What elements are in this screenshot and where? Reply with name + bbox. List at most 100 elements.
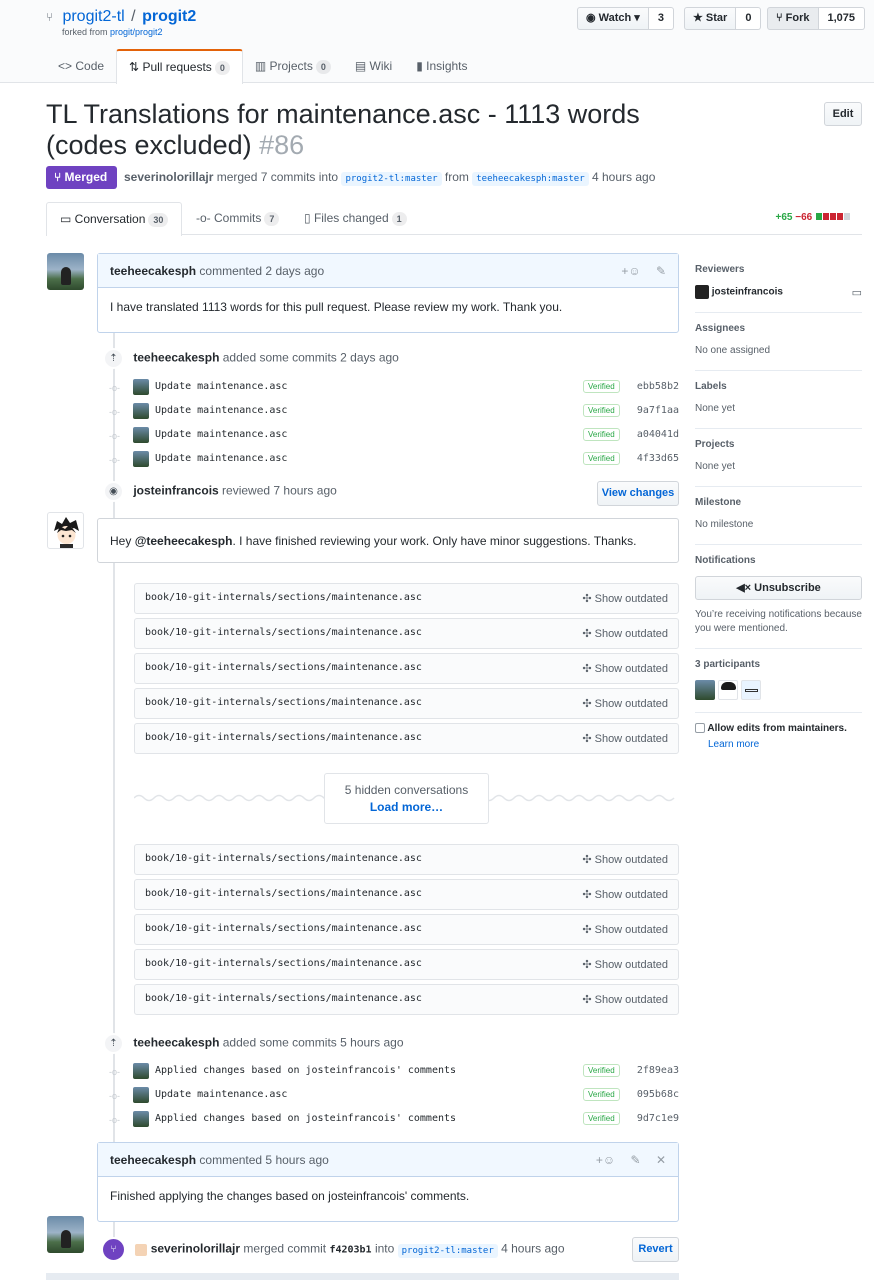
avatar[interactable] bbox=[47, 1216, 84, 1253]
tab-insights[interactable]: ▮ Insights bbox=[404, 49, 479, 83]
tab-files-changed[interactable]: ▯ Files changed 1 bbox=[304, 202, 407, 235]
commit-avatar[interactable] bbox=[133, 1111, 149, 1127]
head-branch[interactable]: teeheecakesph:master bbox=[472, 172, 589, 186]
commit-avatar[interactable] bbox=[133, 1087, 149, 1103]
load-more-button[interactable]: Load more… bbox=[325, 800, 488, 814]
show-outdated-button[interactable]: ✣ Show outdated bbox=[582, 627, 668, 640]
file-path-link[interactable]: book/10-git-internals/sections/maintenan… bbox=[145, 958, 422, 969]
participant-avatar[interactable] bbox=[718, 679, 738, 700]
show-outdated-button[interactable]: ✣ Show outdated bbox=[582, 888, 668, 901]
tab-projects[interactable]: ▥ Projects 0 bbox=[243, 49, 343, 83]
verified-badge[interactable]: Verified bbox=[583, 380, 620, 393]
show-outdated-button[interactable]: ✣ Show outdated bbox=[582, 993, 668, 1006]
view-changes-button[interactable]: View changes bbox=[597, 481, 679, 506]
repo-name-link[interactable]: progit2 bbox=[142, 8, 196, 25]
file-path-link[interactable]: book/10-git-internals/sections/maintenan… bbox=[145, 888, 422, 899]
base-branch[interactable]: progit2-tl:master bbox=[341, 172, 442, 186]
file-path-link[interactable]: book/10-git-internals/sections/maintenan… bbox=[145, 592, 422, 603]
add-reaction-icon[interactable]: +☺ bbox=[596, 1153, 615, 1167]
commit-message-link[interactable]: Update maintenance.asc bbox=[155, 405, 287, 416]
commit-sha-link[interactable]: 4f33d65 bbox=[637, 453, 679, 464]
verified-badge[interactable]: Verified bbox=[583, 1064, 620, 1077]
tab-conversation[interactable]: ▭ Conversation 30 bbox=[46, 202, 183, 236]
tab-commits[interactable]: -o- Commits 7 bbox=[196, 202, 280, 235]
watch-button[interactable]: ◉ Watch ▾ bbox=[577, 7, 649, 30]
commit-message-link[interactable]: Update maintenance.asc bbox=[155, 381, 287, 392]
assignees-title[interactable]: Assignees bbox=[695, 323, 862, 334]
commit-message-link[interactable]: Applied changes based on josteinfrancois… bbox=[155, 1065, 456, 1076]
file-path-link[interactable]: book/10-git-internals/sections/maintenan… bbox=[145, 697, 422, 708]
milestone-title[interactable]: Milestone bbox=[695, 497, 862, 508]
tab-pull-requests[interactable]: ⇅ Pull requests 0 bbox=[116, 49, 243, 84]
verified-badge[interactable]: Verified bbox=[583, 1088, 620, 1101]
file-path-link[interactable]: book/10-git-internals/sections/maintenan… bbox=[145, 627, 422, 638]
tab-code[interactable]: <> Code bbox=[46, 49, 116, 83]
verified-badge[interactable]: Verified bbox=[583, 404, 620, 417]
edit-pencil-icon[interactable]: ✎ bbox=[656, 264, 666, 278]
commit-avatar[interactable] bbox=[133, 403, 149, 419]
comment-author-link[interactable]: teeheecakesph bbox=[110, 264, 196, 278]
pr-author-link[interactable]: severinolorillajr bbox=[124, 170, 213, 184]
show-outdated-button[interactable]: ✣ Show outdated bbox=[582, 697, 668, 710]
repo-owner-link[interactable]: progit2-tl bbox=[62, 8, 124, 25]
commit-avatar[interactable] bbox=[133, 451, 149, 467]
user-mention-link[interactable]: @teeheecakesph bbox=[135, 534, 233, 548]
show-outdated-button[interactable]: ✣ Show outdated bbox=[582, 923, 668, 936]
event-author-link[interactable]: teeheecakesph bbox=[133, 351, 219, 365]
show-outdated-button[interactable]: ✣ Show outdated bbox=[582, 958, 668, 971]
commit-avatar[interactable] bbox=[133, 1063, 149, 1079]
commit-sha-link[interactable]: 2f89ea3 bbox=[637, 1065, 679, 1076]
learn-more-link[interactable]: Learn more bbox=[708, 739, 759, 750]
commit-message-link[interactable]: Update maintenance.asc bbox=[155, 1089, 287, 1100]
merger-mini-avatar[interactable] bbox=[135, 1243, 148, 1256]
add-reaction-icon[interactable]: +☺ bbox=[621, 264, 640, 278]
fork-count[interactable]: 1,075 bbox=[818, 7, 866, 30]
commit-sha-link[interactable]: 9d7c1e9 bbox=[637, 1113, 679, 1124]
event-author-link[interactable]: teeheecakesph bbox=[133, 1036, 219, 1050]
participant-avatar[interactable] bbox=[695, 679, 715, 700]
reviewer-avatar[interactable] bbox=[47, 512, 84, 549]
commit-message-link[interactable]: Update maintenance.asc bbox=[155, 453, 287, 464]
commit-avatar[interactable] bbox=[133, 379, 149, 395]
revert-button[interactable]: Revert bbox=[632, 1237, 679, 1262]
commit-sha-link[interactable]: 095b68c bbox=[637, 1089, 679, 1100]
verified-badge[interactable]: Verified bbox=[583, 428, 620, 441]
projects-title[interactable]: Projects bbox=[695, 439, 862, 450]
show-outdated-button[interactable]: ✣ Show outdated bbox=[582, 662, 668, 675]
forked-from-link[interactable]: progit/progit2 bbox=[110, 27, 163, 37]
merge-branch[interactable]: progit2-tl:master bbox=[397, 1243, 498, 1258]
verified-badge[interactable]: Verified bbox=[583, 1112, 620, 1125]
close-icon[interactable]: ✕ bbox=[656, 1153, 666, 1167]
labels-title[interactable]: Labels bbox=[695, 381, 862, 392]
reviewer-mini-avatar[interactable] bbox=[695, 285, 709, 299]
commit-avatar[interactable] bbox=[133, 427, 149, 443]
merge-sha-link[interactable]: f4203b1 bbox=[329, 1245, 371, 1256]
reviewers-title[interactable]: Reviewers bbox=[695, 264, 862, 275]
fork-button[interactable]: ⑂ Fork bbox=[767, 7, 819, 30]
star-button[interactable]: ★ Star bbox=[684, 7, 737, 30]
file-path-link[interactable]: book/10-git-internals/sections/maintenan… bbox=[145, 732, 422, 743]
show-outdated-button[interactable]: ✣ Show outdated bbox=[582, 592, 668, 605]
unsubscribe-button[interactable]: ◀× Unsubscribe bbox=[695, 575, 862, 600]
allow-edits-checkbox[interactable] bbox=[695, 723, 705, 733]
commit-sha-link[interactable]: a04041d bbox=[637, 429, 679, 440]
file-path-link[interactable]: book/10-git-internals/sections/maintenan… bbox=[145, 923, 422, 934]
merger-link[interactable]: severinolorillajr bbox=[151, 1242, 240, 1256]
watch-count[interactable]: 3 bbox=[648, 7, 674, 30]
file-path-link[interactable]: book/10-git-internals/sections/maintenan… bbox=[145, 853, 422, 864]
comment-author-link[interactable]: teeheecakesph bbox=[110, 1153, 196, 1167]
participant-avatar[interactable] bbox=[741, 679, 761, 700]
commit-message-link[interactable]: Update maintenance.asc bbox=[155, 429, 287, 440]
star-count[interactable]: 0 bbox=[736, 7, 762, 30]
show-outdated-button[interactable]: ✣ Show outdated bbox=[582, 853, 668, 866]
edit-pencil-icon[interactable]: ✎ bbox=[631, 1153, 641, 1167]
show-outdated-button[interactable]: ✣ Show outdated bbox=[582, 732, 668, 745]
verified-badge[interactable]: Verified bbox=[583, 452, 620, 465]
comment-icon[interactable]: ▭ bbox=[852, 286, 862, 299]
edit-button[interactable]: Edit bbox=[824, 102, 862, 126]
commit-sha-link[interactable]: ebb58b2 bbox=[637, 381, 679, 392]
file-path-link[interactable]: book/10-git-internals/sections/maintenan… bbox=[145, 662, 422, 673]
reviewer-link[interactable]: josteinfrancois bbox=[133, 484, 218, 498]
commit-message-link[interactable]: Applied changes based on josteinfrancois… bbox=[155, 1113, 456, 1124]
reviewer-name-link[interactable]: josteinfrancois bbox=[712, 287, 783, 298]
